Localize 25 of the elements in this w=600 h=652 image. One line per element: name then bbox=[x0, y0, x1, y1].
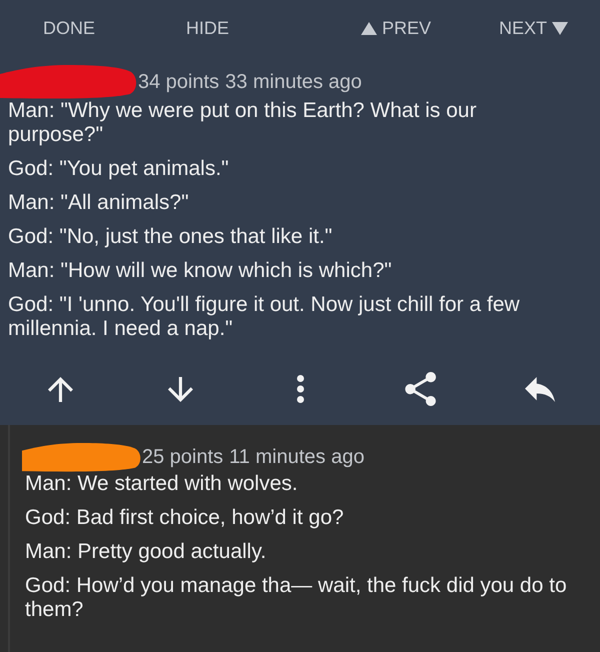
nav-button[interactable]: NEXT bbox=[498, 17, 568, 39]
triangle-up-icon bbox=[360, 22, 377, 34]
triangle-down-icon bbox=[552, 22, 568, 34]
comment-text: Man: Pretty good actually. bbox=[25, 540, 268, 564]
comment-text: God: How’d you manage tha— wait, the fuck did you do to them? bbox=[25, 574, 568, 622]
points-count: 34 points bbox=[138, 70, 220, 94]
points-count: 25 points bbox=[142, 445, 224, 469]
timestamp: 33 minutes ago bbox=[225, 70, 362, 94]
nav-button[interactable]: PREV bbox=[360, 17, 431, 39]
comment-text: Man: "All animals?" bbox=[8, 191, 190, 215]
comment-text: Man: "How will we know which is which?" bbox=[8, 259, 393, 283]
comment-text: Man: We started with wolves. bbox=[25, 472, 299, 496]
reply-icon bbox=[525, 376, 555, 402]
timestamp: 11 minutes ago bbox=[229, 445, 364, 469]
comment-text: God: "No, just the ones that like it." bbox=[8, 225, 334, 249]
arrow-up-icon bbox=[48, 376, 72, 402]
nav-button[interactable]: DONE bbox=[43, 17, 96, 39]
comment-text: God: "I 'unno. You'll figure it out. Now just chill for a few millennia. I need a nap." bbox=[8, 293, 521, 341]
comment-text: God: Bad first choice, how’d it go? bbox=[25, 506, 345, 530]
more-vertical-icon bbox=[296, 375, 304, 403]
nav-button[interactable]: HIDE bbox=[186, 17, 230, 39]
share-icon bbox=[404, 372, 436, 406]
arrow-down-icon bbox=[168, 376, 192, 402]
comment-text: Man: "Why we were put on this Earth? What is our purpose?" bbox=[8, 99, 478, 147]
comment-text: God: "You pet animals." bbox=[8, 157, 230, 181]
